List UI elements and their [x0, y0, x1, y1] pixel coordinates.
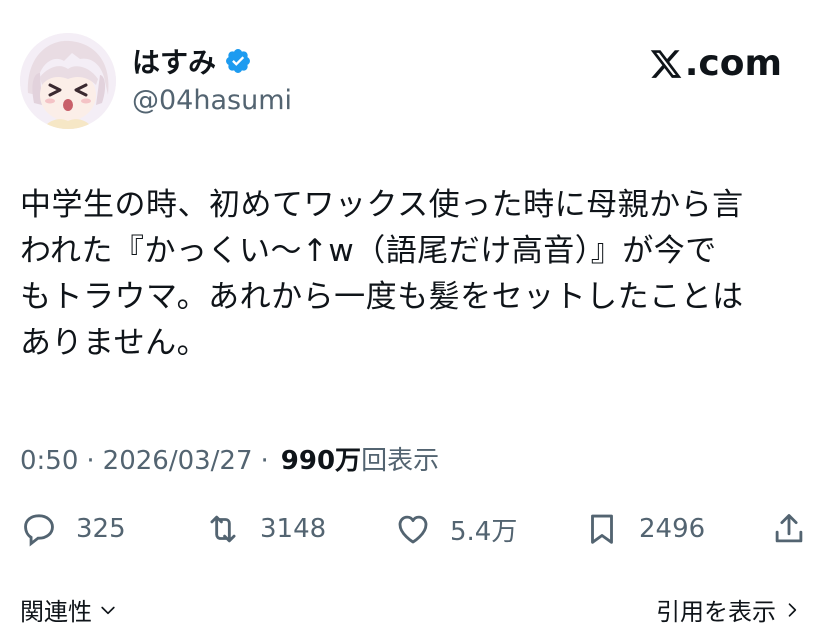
- tweet-text: 中学生の時、初めてワックス使った時に母親から言 われた『かっくい〜↑w（語尾だけ…: [20, 187, 744, 361]
- reply-icon: [24, 514, 54, 547]
- heart-icon: [398, 515, 428, 544]
- like-count: 5.4万: [450, 516, 518, 547]
- like-button[interactable]: 5.4万: [394, 505, 517, 553]
- tweet-date[interactable]: 2026/03/27: [103, 446, 253, 476]
- share-icon: [775, 514, 803, 543]
- share-button[interactable]: [770, 505, 808, 553]
- tweet-time[interactable]: 0:50: [20, 446, 78, 476]
- repost-count: 3148: [260, 514, 327, 544]
- verified-badge-icon: [224, 47, 252, 75]
- reply-button[interactable]: 325: [20, 505, 126, 553]
- display-name-row: はすみ: [132, 41, 292, 81]
- chevron-down-icon: [101, 606, 115, 614]
- repost-icon: [210, 515, 236, 543]
- display-name[interactable]: はすみ: [132, 41, 216, 81]
- sort-relevance-label: 関連性: [20, 598, 92, 626]
- view-quotes-link[interactable]: 引用を表示: [656, 592, 802, 627]
- x-icon: [650, 49, 682, 78]
- tweet-meta: 0:50 · 2026/03/27 · 990万 回表示: [20, 440, 439, 477]
- author-names: はすみ @04hasumi: [132, 41, 292, 116]
- author-handle[interactable]: @04hasumi: [132, 85, 292, 116]
- x-logo-dotcom: .: [684, 43, 699, 84]
- views-count: 990万: [280, 446, 362, 476]
- avatar[interactable]: [20, 33, 116, 129]
- x-logo-text: com: [698, 43, 782, 84]
- tweet-footer: 関連性 引用を表示: [20, 592, 810, 632]
- bookmark-icon: [591, 514, 613, 544]
- action-bar: 325 3148 5.4万 2496: [20, 505, 810, 553]
- meta-separator: ·: [86, 446, 95, 476]
- bookmark-button[interactable]: 2496: [583, 505, 705, 553]
- meta-separator-2: ·: [260, 446, 269, 476]
- x-logo: . com: [649, 43, 782, 84]
- views-label: 回表示: [361, 446, 440, 476]
- sort-relevance-dropdown[interactable]: 関連性: [20, 592, 118, 627]
- repost-button[interactable]: 3148: [204, 505, 326, 553]
- view-quotes-label: 引用を表示: [656, 598, 776, 626]
- tweet-header: はすみ @04hasumi . com: [20, 33, 810, 133]
- avatar-illustration: [20, 33, 116, 129]
- bookmark-count: 2496: [639, 514, 706, 544]
- chevron-right-icon: [788, 602, 797, 617]
- reply-count: 325: [76, 514, 126, 544]
